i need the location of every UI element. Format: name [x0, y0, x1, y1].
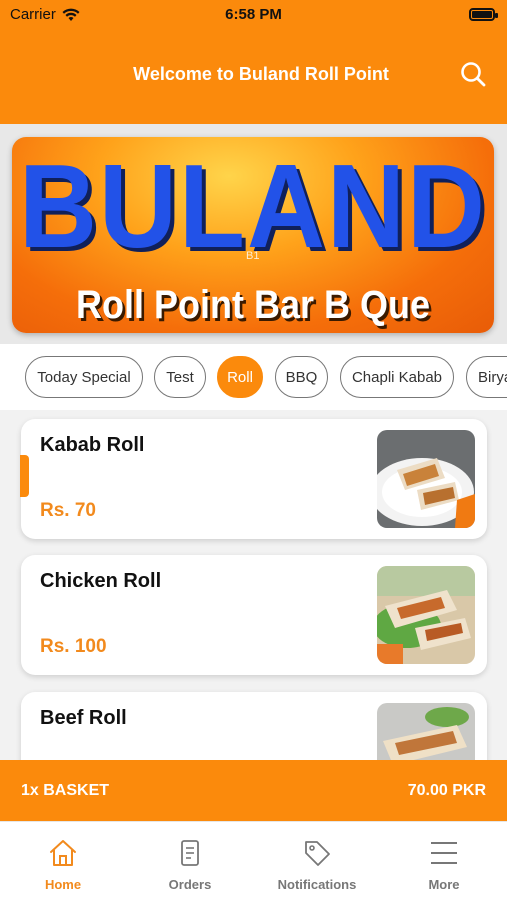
tab-notifications[interactable]: Notifications	[254, 822, 380, 900]
status-bar: Carrier 6:58 PM	[0, 0, 507, 30]
item-photo	[377, 703, 475, 760]
tab-label: More	[428, 877, 460, 892]
menu-item-list[interactable]: Kabab Roll Rs. 70 Chicken Roll Rs. 100 B	[0, 410, 507, 760]
status-time: 6:58 PM	[225, 6, 282, 23]
menu-item-card[interactable]: Beef Roll	[21, 692, 487, 760]
item-photo	[377, 430, 475, 528]
item-name: Chicken Roll	[40, 570, 162, 592]
battery-icon	[469, 8, 498, 21]
category-label: Test	[166, 368, 194, 386]
category-chip-bbq[interactable]: BBQ	[275, 356, 328, 398]
category-chip-today-special[interactable]: Today Special	[25, 356, 143, 398]
banner-tag: B1	[246, 250, 260, 262]
promo-banner[interactable]: BULAND B1 Roll Point Bar B Que	[12, 137, 494, 333]
category-label: Chapli Kabab	[351, 368, 443, 386]
basket-bar[interactable]: 1x BASKET 70.00 PKR	[0, 760, 507, 821]
tab-more[interactable]: More	[381, 822, 507, 900]
item-price: Rs. 70	[40, 500, 96, 521]
banner-subtitle: Roll Point Bar B Que	[75, 283, 431, 327]
orders-icon	[181, 840, 199, 866]
home-icon	[50, 840, 76, 866]
tab-home[interactable]: Home	[0, 822, 126, 900]
category-label: BBQ	[285, 368, 318, 386]
item-name: Beef Roll	[40, 707, 127, 729]
search-icon[interactable]	[459, 60, 487, 88]
category-label: Biryani	[478, 368, 507, 386]
menu-item-card[interactable]: Chicken Roll Rs. 100	[21, 555, 487, 675]
menu-icon	[431, 842, 457, 864]
item-name: Kabab Roll	[40, 434, 145, 456]
selected-item-indicator	[20, 455, 29, 497]
item-photo	[377, 566, 475, 664]
banner-section: BULAND B1 Roll Point Bar B Que	[0, 124, 507, 344]
bottom-tab-bar: Home Orders Notifications More	[0, 821, 507, 900]
item-price: Rs. 100	[40, 636, 107, 657]
category-chip-test[interactable]: Test	[154, 356, 206, 398]
app-header: Carrier 6:58 PM Welcome to Buland Roll P…	[0, 0, 507, 124]
page-title: Welcome to Buland Roll Point	[133, 64, 389, 84]
category-bar: Today Special Test Roll BBQ Chapli Kabab…	[0, 344, 507, 410]
basket-total: 70.00 PKR	[407, 782, 486, 799]
menu-item-card[interactable]: Kabab Roll Rs. 70	[21, 419, 487, 539]
tab-label: Home	[44, 877, 82, 892]
category-chip-roll[interactable]: Roll	[217, 356, 263, 398]
basket-count: 1x BASKET	[21, 782, 110, 799]
category-label: Today Special	[37, 368, 131, 386]
tab-orders[interactable]: Orders	[127, 822, 253, 900]
category-chip-biryani[interactable]: Biryani	[466, 356, 507, 398]
category-chip-chapli-kabab[interactable]: Chapli Kabab	[340, 356, 454, 398]
category-label: Roll	[227, 368, 253, 386]
tab-label: Notifications	[277, 877, 357, 892]
tag-icon	[305, 841, 330, 866]
tab-label: Orders	[168, 877, 212, 892]
